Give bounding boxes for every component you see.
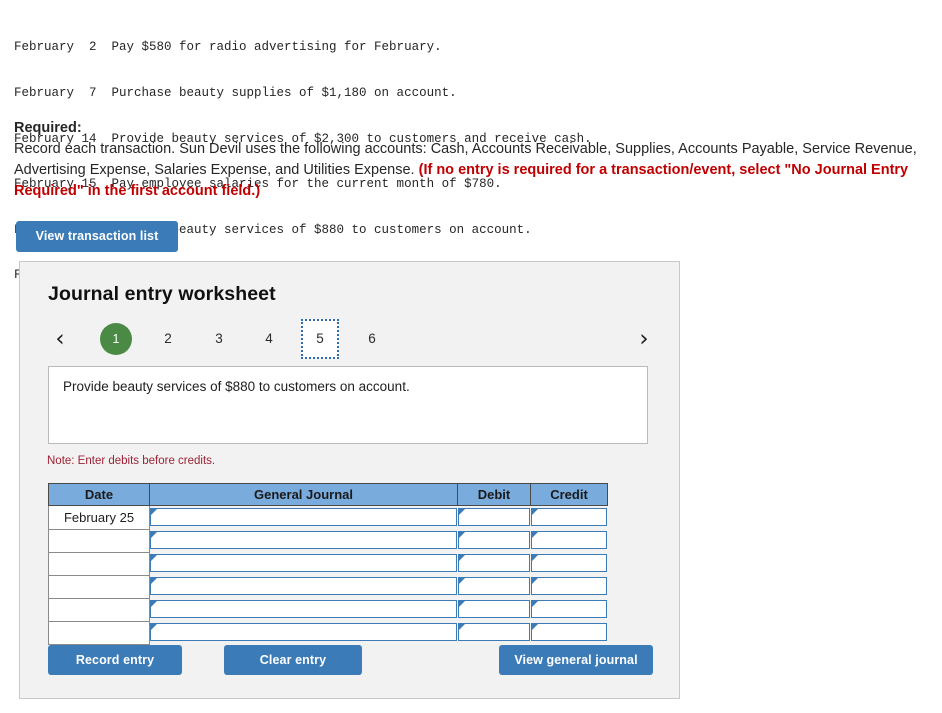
step-tab-3[interactable]: 3 [203,323,235,355]
cell-debit[interactable] [457,621,531,644]
account-select[interactable] [150,599,457,618]
debit-input[interactable] [457,507,530,526]
table-row [48,528,608,553]
cell-date [48,597,150,622]
debit-input[interactable] [457,622,530,641]
cell-general-journal[interactable] [150,506,458,530]
cell-debit[interactable] [457,598,531,621]
cell-general-journal[interactable] [150,575,458,598]
cell-date: February 25 [48,505,150,530]
view-transaction-list-button[interactable]: View transaction list [16,221,178,252]
cell-credit[interactable] [530,621,608,644]
debit-input[interactable] [457,530,530,549]
table-row [48,574,608,599]
record-entry-button[interactable]: Record entry [48,645,182,675]
step-tab-2[interactable]: 2 [152,323,184,355]
credit-input[interactable] [530,530,607,549]
column-header-general-journal: General Journal [149,483,458,506]
table-row [48,597,608,622]
step-tab-6[interactable]: 6 [356,323,388,355]
cell-credit[interactable] [530,575,608,598]
account-select[interactable] [150,622,457,641]
cell-debit[interactable] [457,506,531,530]
column-header-debit: Debit [457,483,531,506]
credit-input[interactable] [530,507,607,526]
worksheet-title: Journal entry worksheet [48,283,276,305]
credit-input[interactable] [530,576,607,595]
step-tab-1[interactable]: 1 [100,323,132,355]
cell-credit[interactable] [530,506,608,530]
view-general-journal-button[interactable]: View general journal [499,645,653,675]
transaction-description-text: Provide beauty services of $880 to custo… [63,379,410,394]
cell-credit[interactable] [530,529,608,552]
next-entry-chevron-right-icon[interactable]: › [632,325,656,353]
table-header-row: Date General Journal Debit Credit [48,483,608,506]
cell-date [48,574,150,599]
account-select[interactable] [150,553,457,572]
required-section: Required: Record each transaction. Sun De… [14,118,926,202]
transaction-line: February 2 Pay $580 for radio advertisin… [14,40,442,55]
cell-general-journal[interactable] [150,621,458,644]
table-row [48,551,608,576]
debits-before-credits-note: Note: Enter debits before credits. [47,455,216,467]
column-header-date: Date [48,483,150,506]
required-label: Required: [14,120,82,136]
cell-date [48,551,150,576]
transaction-description-box: Provide beauty services of $880 to custo… [48,366,648,444]
account-select[interactable] [150,530,457,549]
cell-date [48,620,150,645]
clear-entry-button[interactable]: Clear entry [224,645,362,675]
step-tab-5[interactable]: 5 [301,319,339,359]
credit-input[interactable] [530,553,607,572]
debit-input[interactable] [457,553,530,572]
journal-entry-worksheet-panel: Journal entry worksheet ‹ › 1 2 3 4 5 6 … [19,261,680,699]
cell-credit[interactable] [530,598,608,621]
journal-entry-table: Date General Journal Debit Credit Februa… [48,483,608,645]
table-row: February 25 [48,505,608,530]
cell-debit[interactable] [457,575,531,598]
column-header-credit: Credit [530,483,608,506]
step-tab-4[interactable]: 4 [253,323,285,355]
account-select[interactable] [150,576,457,595]
cell-credit[interactable] [530,552,608,575]
debit-input[interactable] [457,576,530,595]
journal-entry-table-body: February 25 [48,505,608,645]
cell-debit[interactable] [457,529,531,552]
cell-general-journal[interactable] [150,598,458,621]
previous-entry-chevron-left-icon[interactable]: ‹ [48,325,72,353]
cell-general-journal[interactable] [150,552,458,575]
cell-debit[interactable] [457,552,531,575]
cell-date [48,528,150,553]
table-row [48,620,608,645]
cell-general-journal[interactable] [150,529,458,552]
credit-input[interactable] [530,622,607,641]
account-select[interactable] [150,507,457,526]
worksheet-stepper: ‹ › 1 2 3 4 5 6 [20,317,681,363]
transaction-line: February 7 Purchase beauty supplies of $… [14,86,457,101]
credit-input[interactable] [530,599,607,618]
debit-input[interactable] [457,599,530,618]
